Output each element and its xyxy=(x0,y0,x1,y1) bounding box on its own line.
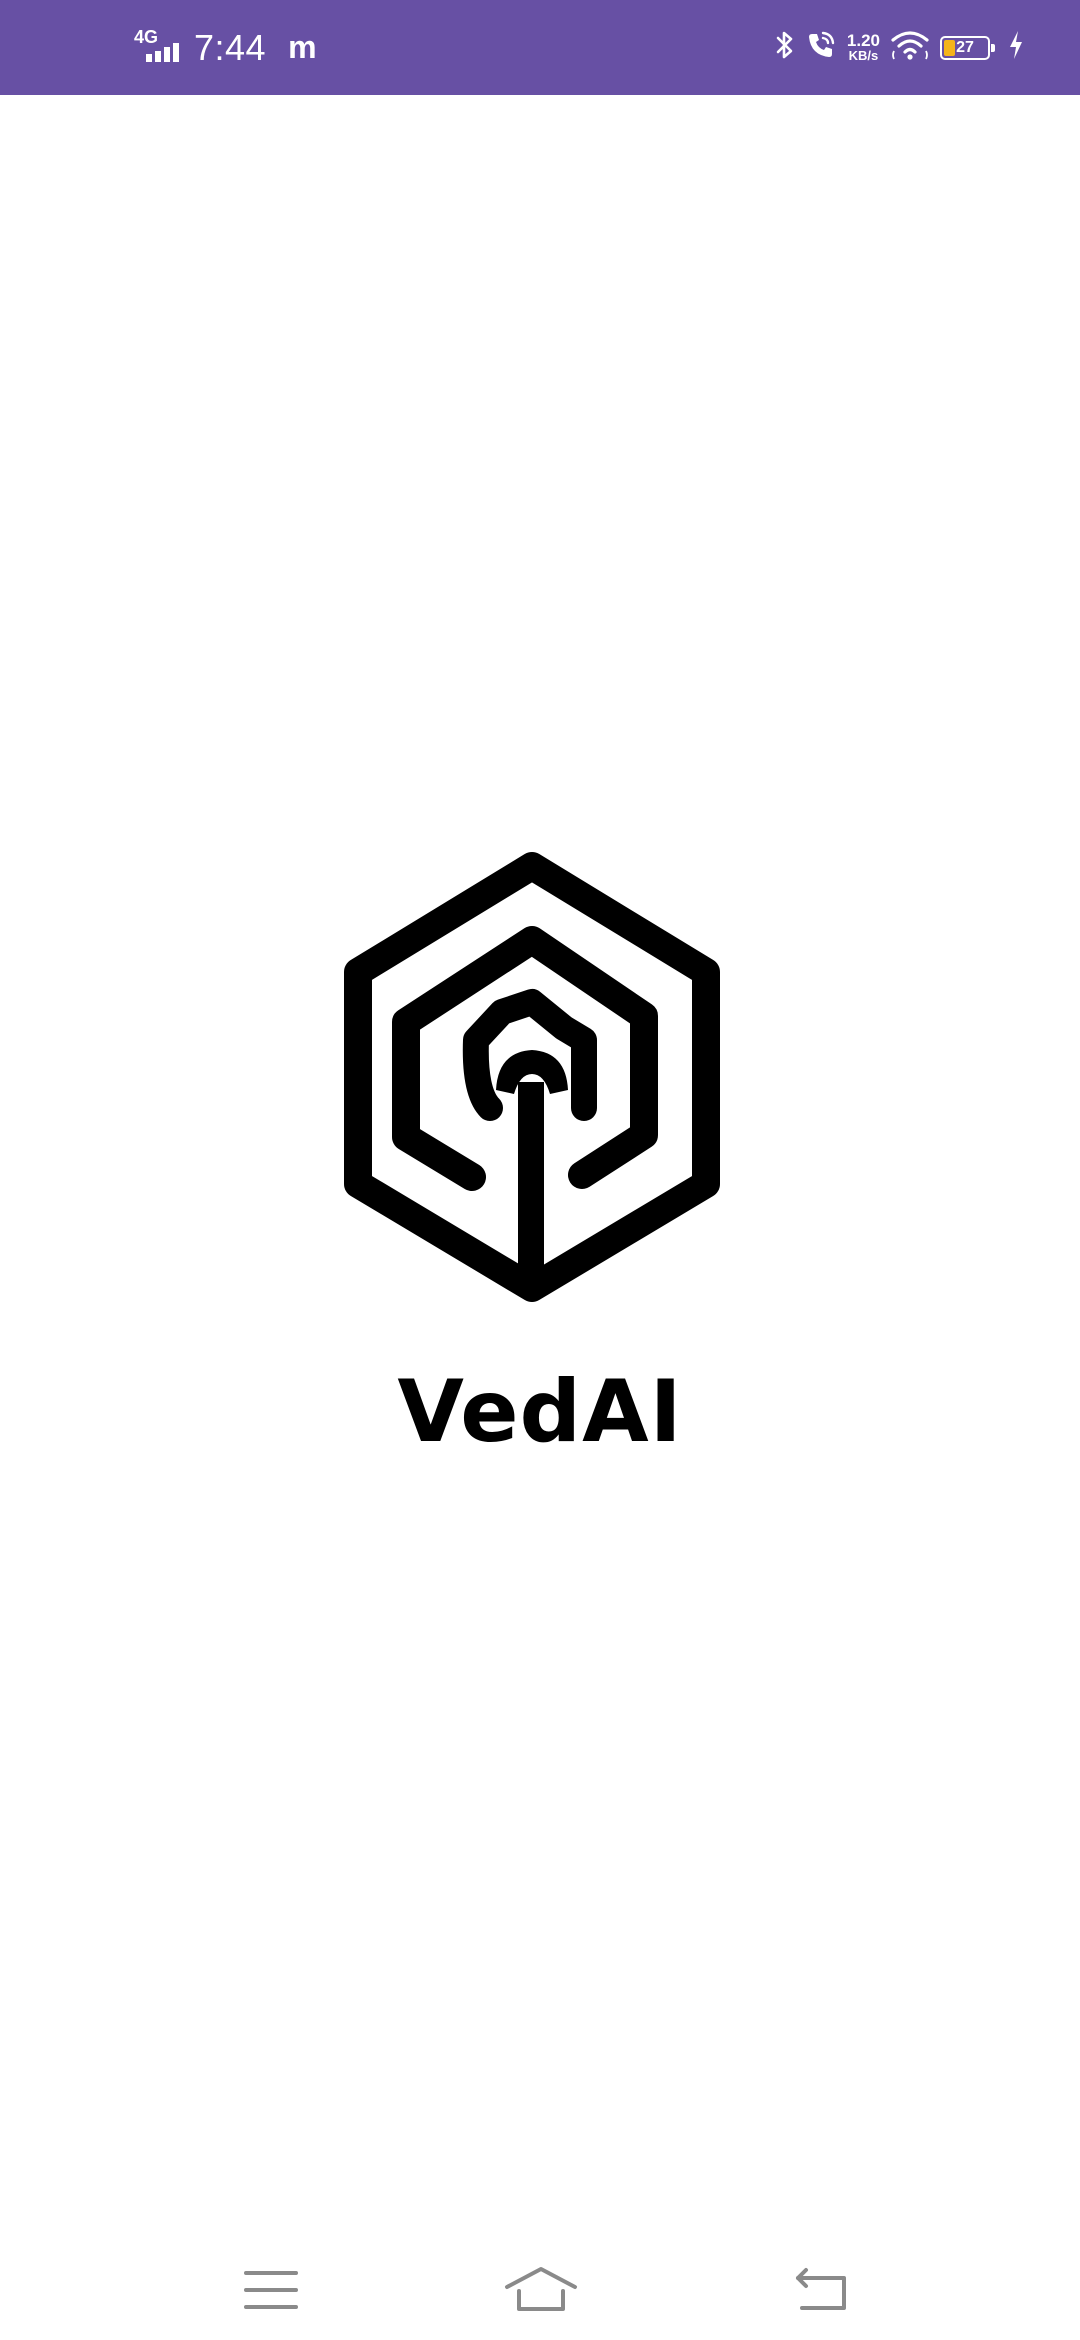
logo-stem xyxy=(496,1050,568,1282)
menu-button[interactable] xyxy=(216,2240,326,2340)
bluetooth-icon xyxy=(775,29,795,66)
battery-level: 27 xyxy=(956,38,974,56)
navigation-bar xyxy=(0,2240,1080,2340)
back-button[interactable] xyxy=(768,2240,878,2340)
status-bar: 4G 7:44 m 1.20 KB/s 27 xyxy=(0,0,1080,95)
splash-screen: 4G 7:44 m 1.20 KB/s 27 VedAI xyxy=(0,0,1080,2340)
back-icon xyxy=(796,2268,846,2310)
status-bar-left: 4G 7:44 m xyxy=(134,0,317,95)
charging-icon xyxy=(1008,30,1024,65)
wifi-calling-icon xyxy=(805,29,837,66)
wifi-hotspot-icon xyxy=(890,29,930,66)
home-icon xyxy=(505,2267,577,2311)
home-button[interactable] xyxy=(486,2240,596,2340)
network-speed-unit: KB/s xyxy=(848,47,879,63)
app-name: VedAI xyxy=(397,1362,683,1462)
clock: 7:44 xyxy=(194,26,267,68)
battery-icon: 27 xyxy=(940,35,995,60)
notification-icon: m xyxy=(288,29,317,65)
menu-icon xyxy=(244,2271,298,2309)
signal-icon: 4G xyxy=(134,28,184,68)
status-bar-right: 1.20 KB/s 27 xyxy=(775,0,1024,95)
network-speed-value: 1.20 xyxy=(846,30,880,50)
network-speed: 1.20 KB/s xyxy=(846,30,880,63)
vedai-logo xyxy=(344,852,720,1302)
